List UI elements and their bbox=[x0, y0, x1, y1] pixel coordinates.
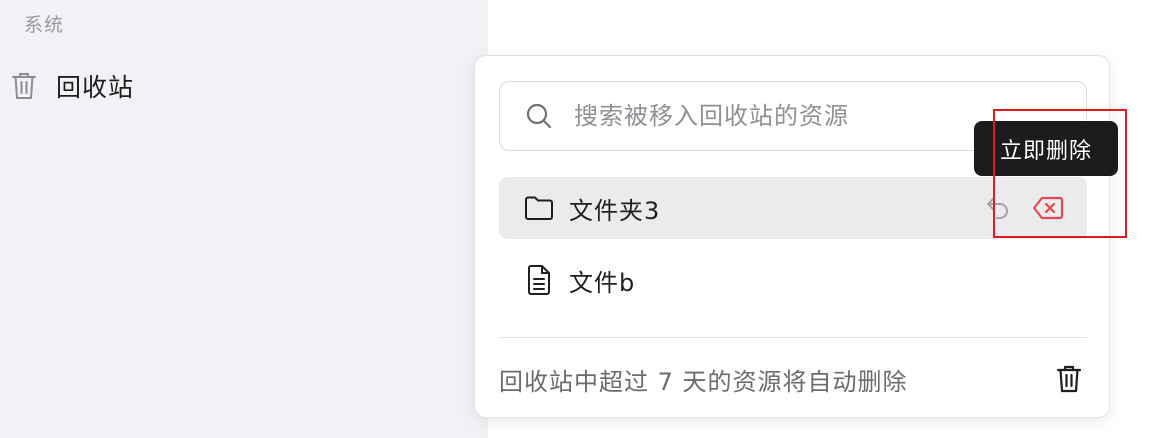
auto-delete-note: 回收站中超过 7 天的资源将自动删除 bbox=[499, 368, 908, 396]
row-actions bbox=[981, 177, 1065, 239]
sidebar-item-trash[interactable]: 回收站 bbox=[10, 64, 134, 108]
divider bbox=[499, 337, 1087, 338]
trash-icon bbox=[10, 70, 38, 102]
restore-button[interactable] bbox=[981, 191, 1015, 225]
list-item-label: 文件b bbox=[569, 268, 636, 297]
list-item-file[interactable]: 文件b bbox=[499, 249, 1087, 311]
list-item-label: 文件夹3 bbox=[569, 196, 661, 225]
sidebar-item-label: 回收站 bbox=[56, 73, 135, 102]
folder-icon bbox=[523, 192, 555, 224]
sidebar: 系统 回收站 bbox=[0, 0, 488, 438]
trash-popover: 文件夹3 文件b 回 bbox=[474, 55, 1110, 418]
delete-tooltip: 立即删除 bbox=[974, 121, 1118, 176]
sidebar-section-title: 系统 bbox=[24, 14, 65, 36]
file-icon bbox=[523, 264, 555, 296]
delete-now-button[interactable] bbox=[1031, 191, 1065, 225]
empty-trash-button[interactable] bbox=[1053, 362, 1085, 396]
list-item-folder[interactable]: 文件夹3 bbox=[499, 177, 1087, 239]
search-icon bbox=[524, 101, 554, 131]
